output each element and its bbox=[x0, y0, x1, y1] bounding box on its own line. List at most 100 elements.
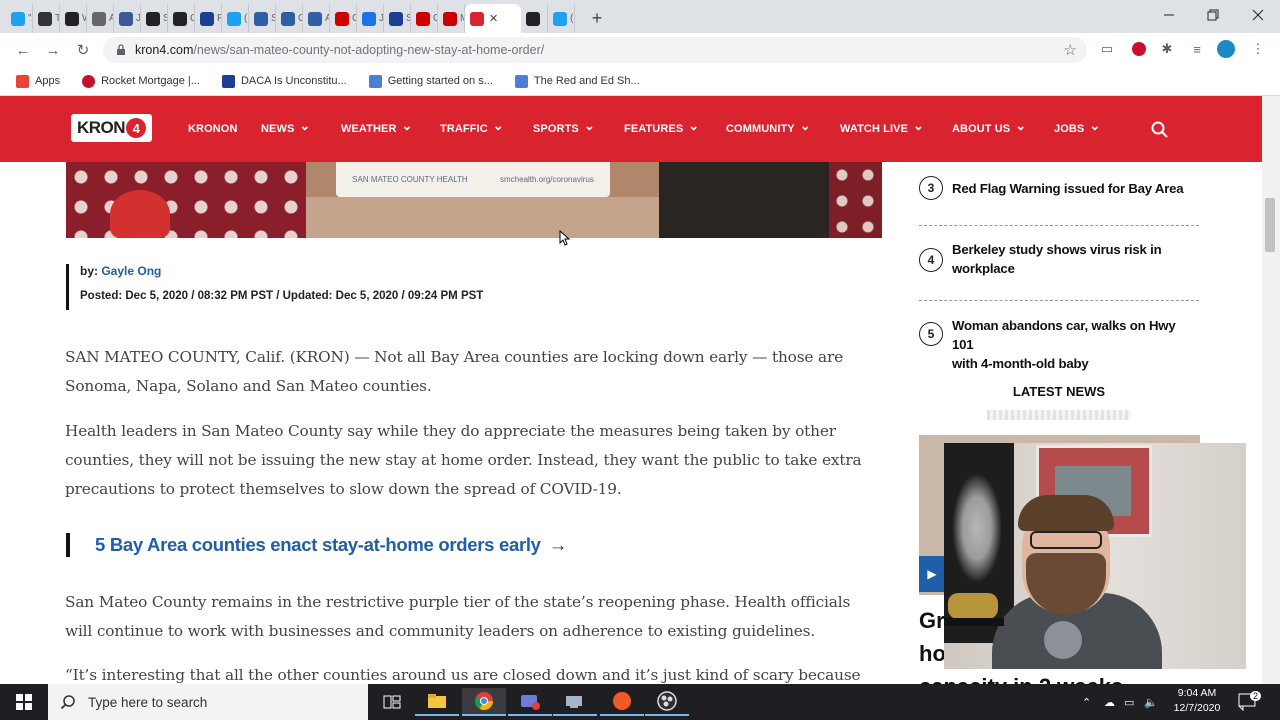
browser-tab[interactable] bbox=[521, 4, 548, 33]
browser-tab[interactable]: Tr bbox=[33, 4, 60, 33]
tab-close-icon[interactable]: ✕ bbox=[489, 12, 498, 25]
tab-label: (1) bbox=[570, 13, 574, 24]
browser-tab[interactable]: Go bbox=[411, 4, 438, 33]
browser-tab[interactable]: Su bbox=[141, 4, 168, 33]
new-tab-button[interactable]: + bbox=[583, 4, 611, 33]
nav-item-kronon[interactable]: KRONON bbox=[188, 96, 238, 162]
back-button[interactable]: ← bbox=[8, 35, 38, 65]
trending-item[interactable]: 4 Berkeley study shows virus risk in wor… bbox=[919, 240, 1199, 278]
browser-tab[interactable]: Fir bbox=[195, 4, 222, 33]
chevron-down-icon: ⌄ bbox=[799, 118, 811, 133]
browser-tab[interactable]: (1) bbox=[222, 4, 249, 33]
forward-button[interactable]: → bbox=[38, 35, 68, 65]
chevron-up-icon: ⌃ bbox=[1082, 696, 1092, 709]
nav-item-sports[interactable]: SPORTS ⌄ bbox=[533, 96, 595, 162]
cloud-computer-icon bbox=[566, 696, 582, 708]
cloud-app-taskbar-button[interactable] bbox=[553, 688, 597, 716]
browser-tab[interactable]: Mo bbox=[438, 4, 465, 33]
browser-tab[interactable]: Sta bbox=[249, 4, 276, 33]
start-button[interactable] bbox=[0, 684, 48, 720]
paragraph-line: counties, they will not be issuing the n… bbox=[65, 451, 862, 469]
browser-tab[interactable]: Wi bbox=[60, 4, 87, 33]
trending-title-line: Red Flag Warning issued for Bay Area bbox=[952, 181, 1184, 196]
nav-item-watch-live[interactable]: WATCH LIVE ⌄ bbox=[840, 96, 924, 162]
browser-tab[interactable]: "Ac bbox=[6, 4, 33, 33]
extension-news-icon[interactable] bbox=[1129, 39, 1149, 59]
trending-title: Berkeley study shows virus risk in workp… bbox=[952, 240, 1162, 278]
taskbar-clock[interactable]: 9:04 AM 12/7/2020 bbox=[1168, 686, 1226, 716]
browser-tab[interactable]: On bbox=[276, 4, 303, 33]
volume-icon[interactable]: 🔈 bbox=[1144, 684, 1158, 720]
file-explorer-button[interactable] bbox=[415, 688, 459, 716]
nav-item-features[interactable]: FEATURES ⌄ bbox=[624, 96, 699, 162]
bookmark-item[interactable]: The Red and Ed Sh... bbox=[514, 74, 640, 88]
hero-backdrop-right bbox=[829, 162, 882, 238]
nav-item-jobs[interactable]: JOBS ⌄ bbox=[1054, 96, 1100, 162]
doc-icon bbox=[368, 74, 382, 88]
browser-tab[interactable]: Jud bbox=[357, 4, 384, 33]
related-article-link[interactable]: 5 Bay Area counties enact stay-at-home o… bbox=[66, 533, 567, 557]
nav-item-label: JOBS bbox=[1054, 123, 1085, 135]
bookmark-label: Getting started on s... bbox=[387, 75, 493, 87]
page-scrollbar[interactable] bbox=[1262, 96, 1280, 684]
author-link[interactable]: Gayle Ong bbox=[101, 264, 161, 278]
browser-tab[interactable]: Ch bbox=[330, 4, 357, 33]
browser-tab[interactable]: (1) bbox=[548, 4, 575, 33]
profile-avatar[interactable] bbox=[1216, 39, 1236, 59]
related-article-title: 5 Bay Area counties enact stay-at-home o… bbox=[95, 534, 541, 555]
extension-doc-icon[interactable]: ▭ bbox=[1097, 39, 1117, 59]
tray-overflow-button[interactable]: ⌃ bbox=[1082, 684, 1091, 720]
tab-active[interactable]: ✕ bbox=[465, 4, 521, 33]
bookmark-label: DACA Is Unconstitu... bbox=[240, 75, 347, 87]
windows-logo-icon bbox=[16, 694, 32, 710]
trending-title-line: workplace bbox=[952, 261, 1015, 276]
bookmarks-bar: Apps Rocket Mortgage |... DACA Is Unconsti… bbox=[0, 67, 1280, 96]
trending-item[interactable]: 5 Woman abandons car, walks on Hwy 101 w… bbox=[919, 316, 1199, 373]
chrome-menu-icon[interactable]: ⋮ bbox=[1248, 39, 1268, 59]
tab-list: "AcTrWiAnJuSuCoFir(1)StaOnAgChJudSeGoMo✕… bbox=[6, 4, 575, 33]
obs-taskbar-button[interactable] bbox=[645, 688, 689, 716]
page-scrollbar-thumb[interactable] bbox=[1265, 198, 1275, 252]
bookmark-star-icon[interactable]: ☆ bbox=[1064, 41, 1077, 59]
webcam-mic-arm bbox=[944, 618, 1004, 626]
messenger-taskbar-button[interactable] bbox=[508, 688, 552, 716]
taskbar-search[interactable]: Type here to search bbox=[48, 684, 368, 720]
kron4-logo[interactable]: KRON 4 bbox=[71, 114, 152, 142]
reload-button[interactable]: ↻ bbox=[68, 35, 98, 65]
task-view-button[interactable] bbox=[370, 688, 414, 716]
video-play-button[interactable]: ▶ bbox=[919, 556, 945, 592]
extensions-puzzle-icon[interactable]: ✱ bbox=[1157, 39, 1177, 59]
doc-icon bbox=[308, 11, 322, 26]
network-icon[interactable]: ▭ bbox=[1124, 684, 1134, 720]
close-window-button[interactable] bbox=[1236, 0, 1280, 30]
browser-tab[interactable]: An bbox=[87, 4, 114, 33]
minimize-button[interactable] bbox=[1147, 0, 1191, 30]
chrome-taskbar-button[interactable] bbox=[462, 688, 506, 716]
nav-item-about-us[interactable]: ABOUT US ⌄ bbox=[952, 96, 1026, 162]
browser-tab[interactable]: Co bbox=[168, 4, 195, 33]
tray-cloud-icon[interactable]: ☁ bbox=[1104, 684, 1115, 720]
notification-center-button[interactable]: 2 bbox=[1238, 684, 1269, 720]
browser-tab[interactable]: Ju bbox=[114, 4, 141, 33]
nav-item-traffic[interactable]: TRAFFIC ⌄ bbox=[440, 96, 504, 162]
webcam-person-hair bbox=[1018, 495, 1114, 531]
browser-tab[interactable]: Ag bbox=[303, 4, 330, 33]
browser-tab[interactable]: Se bbox=[384, 4, 411, 33]
bookmark-item[interactable]: DACA Is Unconstitu... bbox=[221, 74, 347, 88]
nav-item-news[interactable]: NEWS ⌄ bbox=[261, 96, 310, 162]
nav-item-community[interactable]: COMMUNITY ⌄ bbox=[726, 96, 811, 162]
trending-item[interactable]: 3 Red Flag Warning issued for Bay Area bbox=[919, 176, 1199, 200]
search-icon[interactable] bbox=[1150, 120, 1170, 140]
news-icon bbox=[416, 11, 430, 26]
flag-icon bbox=[389, 11, 403, 26]
address-bar[interactable]: kron4.com/news/san-mateo-county-not-adop… bbox=[103, 37, 1087, 63]
red-app-taskbar-button[interactable] bbox=[600, 688, 644, 716]
bookmark-item[interactable]: Rocket Mortgage |... bbox=[82, 74, 200, 88]
bookmark-item[interactable]: Apps bbox=[16, 74, 60, 88]
nav-item-weather[interactable]: WEATHER ⌄ bbox=[341, 96, 413, 162]
restore-button[interactable] bbox=[1191, 0, 1235, 30]
bookmark-item[interactable]: Getting started on s... bbox=[368, 74, 493, 88]
obs-icon bbox=[657, 691, 677, 711]
reading-list-icon[interactable]: ≡ bbox=[1187, 39, 1207, 59]
back-arrow-icon: ← bbox=[15, 41, 31, 59]
